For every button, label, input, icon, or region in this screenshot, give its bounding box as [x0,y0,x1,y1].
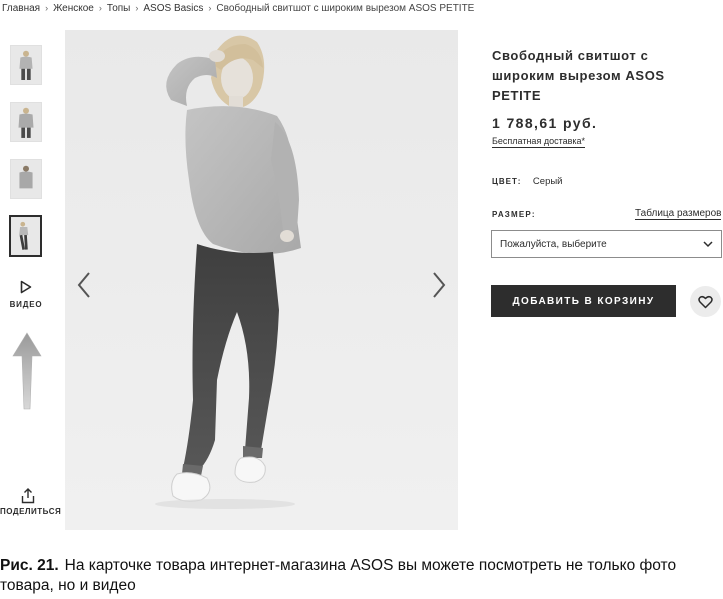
figure-caption-text: На карточке товара интернет-магазина ASO… [0,557,677,594]
breadcrumb-women[interactable]: Женское [53,3,94,14]
breadcrumb-home[interactable]: Главная [2,3,40,14]
wishlist-button[interactable] [690,286,721,317]
color-row: ЦВЕТ: Серый [492,176,562,187]
play-icon [20,280,32,294]
video-button[interactable]: ВИДЕО [6,280,46,309]
thumbnail-1[interactable] [10,45,42,85]
color-value: Серый [532,176,563,187]
breadcrumb-tops[interactable]: Топы [107,3,131,14]
model-photo [65,30,458,530]
figure-caption: Рис. 21. На карточке товара интернет-мага… [0,556,723,596]
breadcrumb-separator: › [208,3,212,13]
chevron-down-icon [703,241,713,248]
heart-icon [698,295,713,308]
figure-number: Рис. 21. [0,557,59,574]
chevron-left-icon[interactable] [73,270,97,300]
add-to-cart-button[interactable]: ДОБАВИТЬ В КОРЗИНУ [491,285,676,317]
size-select-value: Пожалуйста, выберите [500,238,607,250]
chevron-right-icon[interactable] [426,270,450,300]
main-product-photo [65,30,458,530]
color-label: ЦВЕТ: [492,177,522,186]
thumbnail-2[interactable] [10,102,42,142]
size-select[interactable]: Пожалуйста, выберите [491,230,722,258]
size-label: РАЗМЕР: [492,210,536,219]
product-title: Свободный свитшот с широким вырезом ASOS… [492,48,665,103]
breadcrumb-current: Свободный свитшот с широким вырезом ASOS… [216,2,475,14]
share-label: ПОДЕЛИТЬСЯ [0,507,62,516]
product-info: Свободный свитшот с широким вырезом ASOS… [492,46,722,149]
breadcrumb-separator: › [98,3,102,13]
thumbnail-3[interactable] [10,159,42,199]
breadcrumb: Главная › Женское › Топы › ASOS Basics ›… [2,1,474,15]
up-arrow-annotation [12,332,42,410]
free-delivery-link[interactable]: Бесплатная доставка* [492,136,586,148]
breadcrumb-separator: › [135,3,139,13]
breadcrumb-brand[interactable]: ASOS Basics [143,3,203,14]
share-button[interactable]: ПОДЕЛИТЬСЯ [0,488,62,516]
thumbnail-4-active[interactable] [9,215,42,257]
product-price: 1 788,61 руб. [492,115,598,131]
breadcrumb-separator: › [45,3,49,13]
size-guide-link[interactable]: Таблица размеров [635,208,722,220]
video-label: ВИДЕО [9,300,43,309]
share-icon [21,488,35,504]
